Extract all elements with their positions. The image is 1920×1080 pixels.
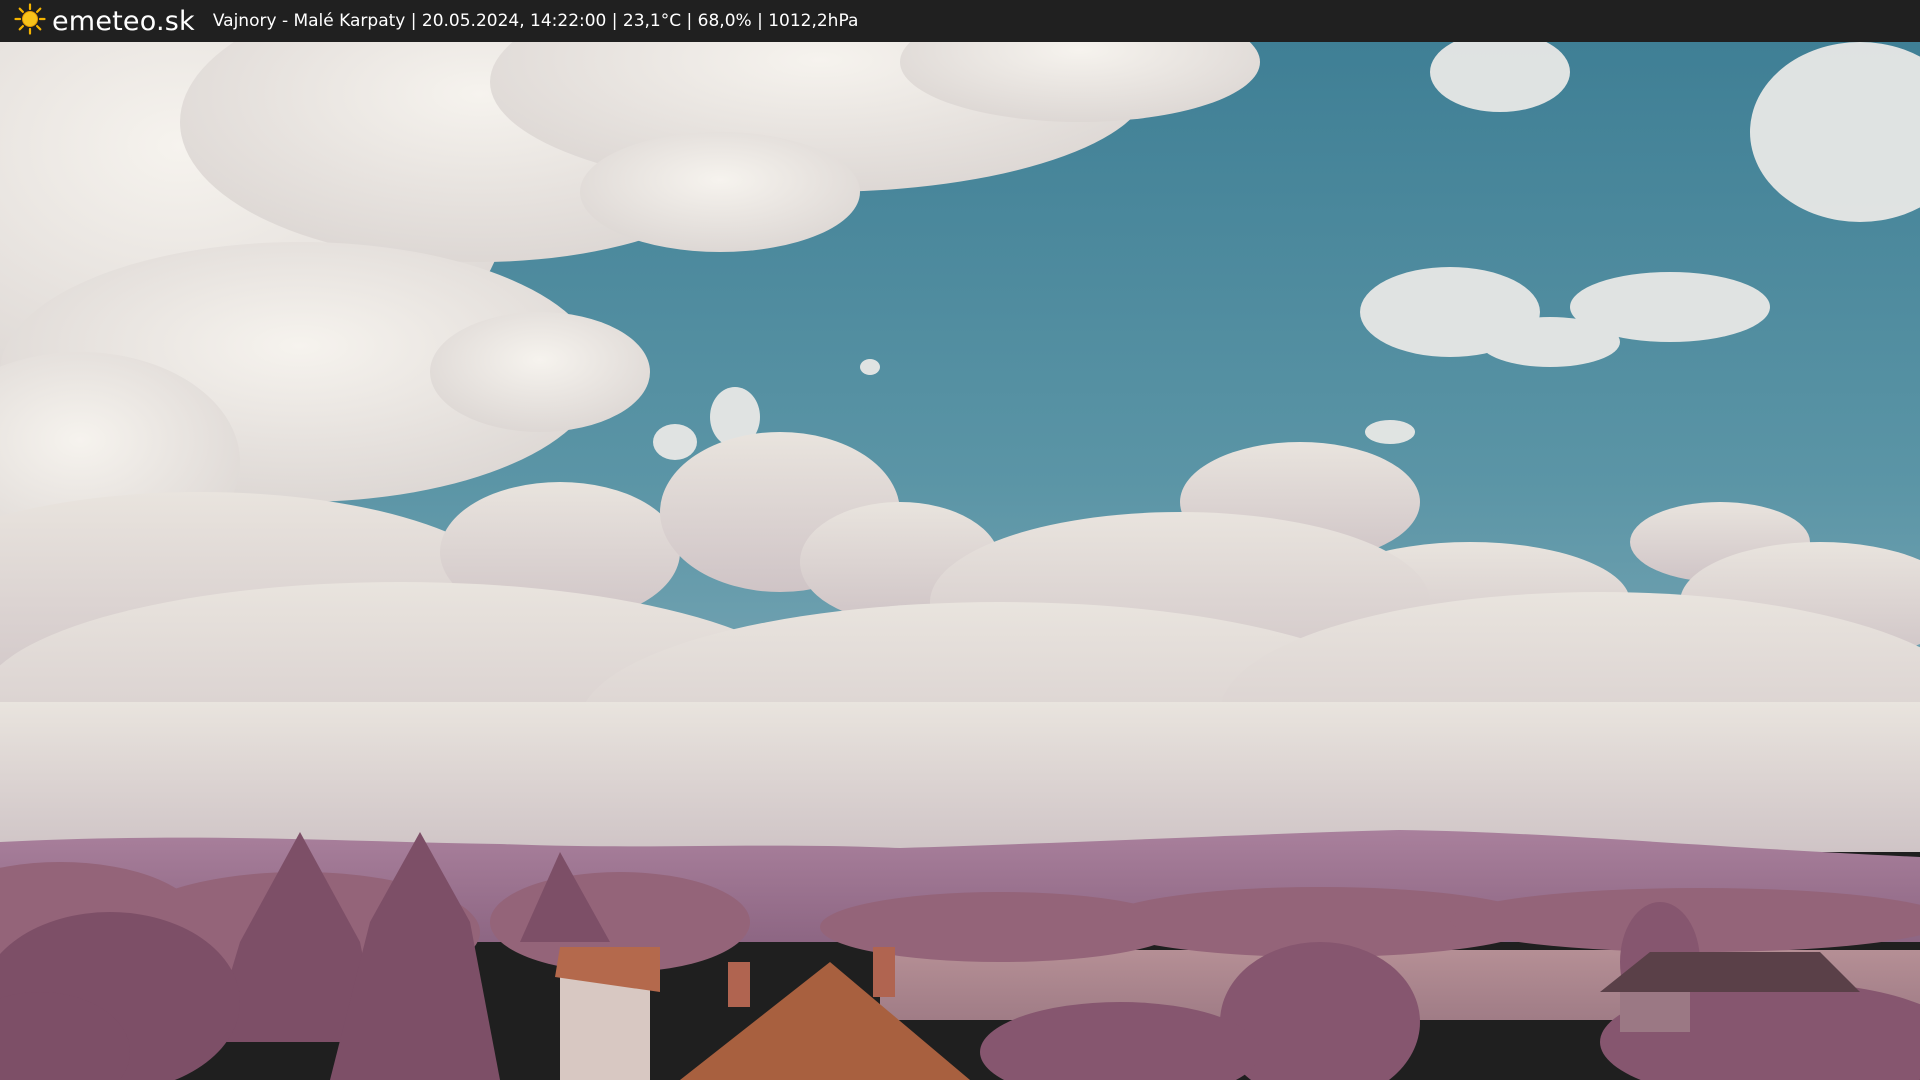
brand-logo[interactable]: emeteo.sk	[14, 3, 195, 39]
webcam-image	[0, 42, 1920, 1080]
caption-bar: emeteo.sk Vajnory - Malé Karpaty | 20.05…	[0, 0, 1920, 42]
sun-icon	[14, 3, 46, 39]
house-left	[555, 947, 660, 1080]
logo-text: emeteo.sk	[52, 5, 195, 37]
webcam-caption: Vajnory - Malé Karpaty | 20.05.2024, 14:…	[212, 11, 859, 31]
